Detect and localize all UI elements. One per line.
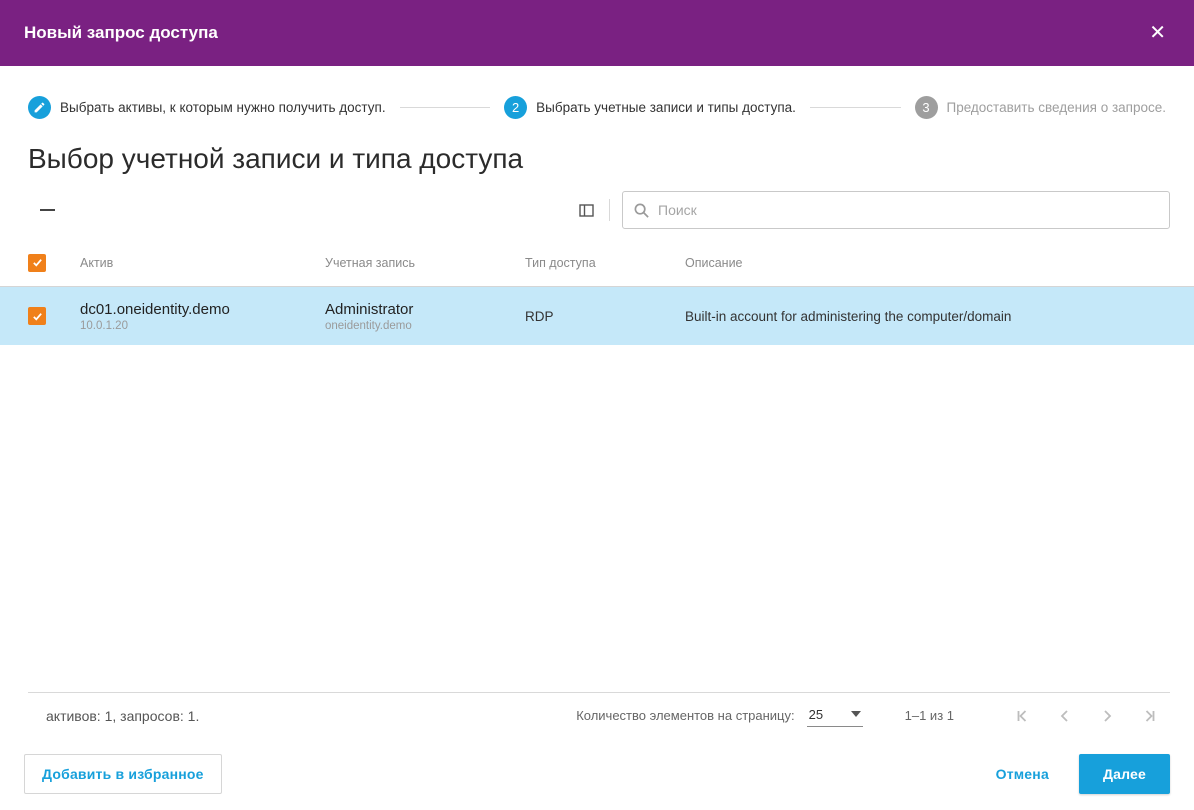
- stepper: Выбрать активы, к которым нужно получить…: [0, 66, 1194, 119]
- add-to-favorites-button[interactable]: Добавить в избранное: [24, 754, 222, 794]
- action-right-group: Отмена Далее: [996, 754, 1170, 794]
- chevron-right-icon: [1104, 709, 1112, 722]
- last-page-button[interactable]: [1128, 702, 1170, 730]
- account-cell: Administrator oneidentity.demo: [325, 301, 525, 332]
- account-name: Administrator: [325, 300, 414, 318]
- per-page-value: 25: [808, 706, 824, 722]
- close-button[interactable]: ✕: [1145, 19, 1170, 47]
- last-page-icon: [1145, 709, 1155, 722]
- pagination-controls: Количество элементов на страницу: 25 1–1…: [576, 702, 1170, 730]
- pencil-icon: [34, 102, 45, 113]
- first-page-icon: [1017, 709, 1027, 722]
- column-header-description[interactable]: Описание: [685, 256, 1194, 270]
- description-cell: Built-in account for administering the c…: [685, 309, 1194, 324]
- row-checkbox-cell: [28, 307, 80, 325]
- step-3-circle: 3: [914, 96, 938, 119]
- pagination-bar: активов: 1, запросов: 1. Количество элем…: [28, 692, 1170, 738]
- column-header-access-type[interactable]: Тип доступа: [525, 256, 685, 270]
- asset-ip: 10.0.1.20: [80, 319, 128, 332]
- toolbar-divider: [609, 199, 610, 221]
- new-access-request-dialog: Новый запрос доступа ✕ Выбрать активы, к…: [0, 0, 1194, 810]
- account-domain: oneidentity.demo: [325, 319, 412, 332]
- next-button[interactable]: Далее: [1078, 754, 1170, 794]
- check-icon: [32, 259, 42, 267]
- chevron-down-icon: [850, 711, 861, 717]
- action-bar: Добавить в избранное Отмена Далее: [0, 738, 1194, 810]
- cancel-button[interactable]: Отмена: [996, 766, 1049, 782]
- columns-icon: [579, 203, 594, 217]
- first-page-button[interactable]: [1002, 702, 1044, 730]
- minus-icon: [40, 209, 55, 211]
- step-3-label: Предоставить сведения о запросе.: [946, 100, 1167, 115]
- step-1[interactable]: Выбрать активы, к которым нужно получить…: [28, 96, 386, 119]
- toolbar: [0, 179, 1194, 239]
- table-row[interactable]: dc01.oneidentity.demo 10.0.1.20 Administ…: [0, 287, 1194, 345]
- per-page-select[interactable]: 25: [806, 705, 863, 727]
- step-3: 3 Предоставить сведения о запросе.: [914, 96, 1167, 119]
- per-page-label: Количество элементов на страницу:: [576, 708, 795, 723]
- stepper-connector: [809, 107, 901, 108]
- asset-name: dc01.oneidentity.demo: [80, 300, 230, 318]
- asset-cell: dc01.oneidentity.demo 10.0.1.20: [80, 301, 325, 332]
- select-all-checkbox[interactable]: [28, 253, 46, 272]
- dialog-header: Новый запрос доступа ✕: [0, 0, 1194, 66]
- step-1-circle: [28, 96, 51, 119]
- search-input[interactable]: [658, 202, 1159, 218]
- step-2-label: Выбрать учетные записи и типы доступа.: [536, 100, 796, 115]
- header-checkbox-cell: [28, 253, 80, 272]
- close-icon: ✕: [1149, 22, 1166, 44]
- search-icon: [634, 203, 649, 218]
- collapse-selection-button[interactable]: [36, 201, 59, 219]
- chevron-left-icon: [1060, 709, 1068, 722]
- search-box[interactable]: [622, 191, 1170, 229]
- step-2[interactable]: 2 Выбрать учетные записи и типы доступа.: [504, 96, 796, 119]
- check-icon: [32, 312, 42, 321]
- row-checkbox[interactable]: [28, 307, 46, 325]
- access-type-value: RDP: [525, 308, 554, 324]
- column-header-asset[interactable]: Актив: [80, 256, 325, 270]
- page-range: 1–1 из 1: [904, 708, 954, 723]
- step-1-label: Выбрать активы, к которым нужно получить…: [60, 100, 386, 115]
- access-type-cell: RDP: [525, 309, 685, 324]
- pager: [1002, 702, 1170, 730]
- column-settings-button[interactable]: [572, 198, 601, 223]
- step-2-circle: 2: [504, 96, 528, 119]
- accounts-table: Актив Учетная запись Тип доступа Описани…: [0, 239, 1194, 345]
- stepper-connector: [399, 107, 491, 108]
- table-header-row: Актив Учетная запись Тип доступа Описани…: [0, 239, 1194, 287]
- dialog-title: Новый запрос доступа: [24, 23, 218, 42]
- selection-summary: активов: 1, запросов: 1.: [46, 707, 200, 724]
- description-value: Built-in account for administering the c…: [685, 308, 1012, 324]
- previous-page-button[interactable]: [1044, 702, 1086, 730]
- empty-area: [0, 345, 1194, 692]
- next-page-button[interactable]: [1086, 702, 1128, 730]
- column-header-account[interactable]: Учетная запись: [325, 256, 525, 270]
- page-title: Выбор учетной записи и типа доступа: [28, 143, 524, 174]
